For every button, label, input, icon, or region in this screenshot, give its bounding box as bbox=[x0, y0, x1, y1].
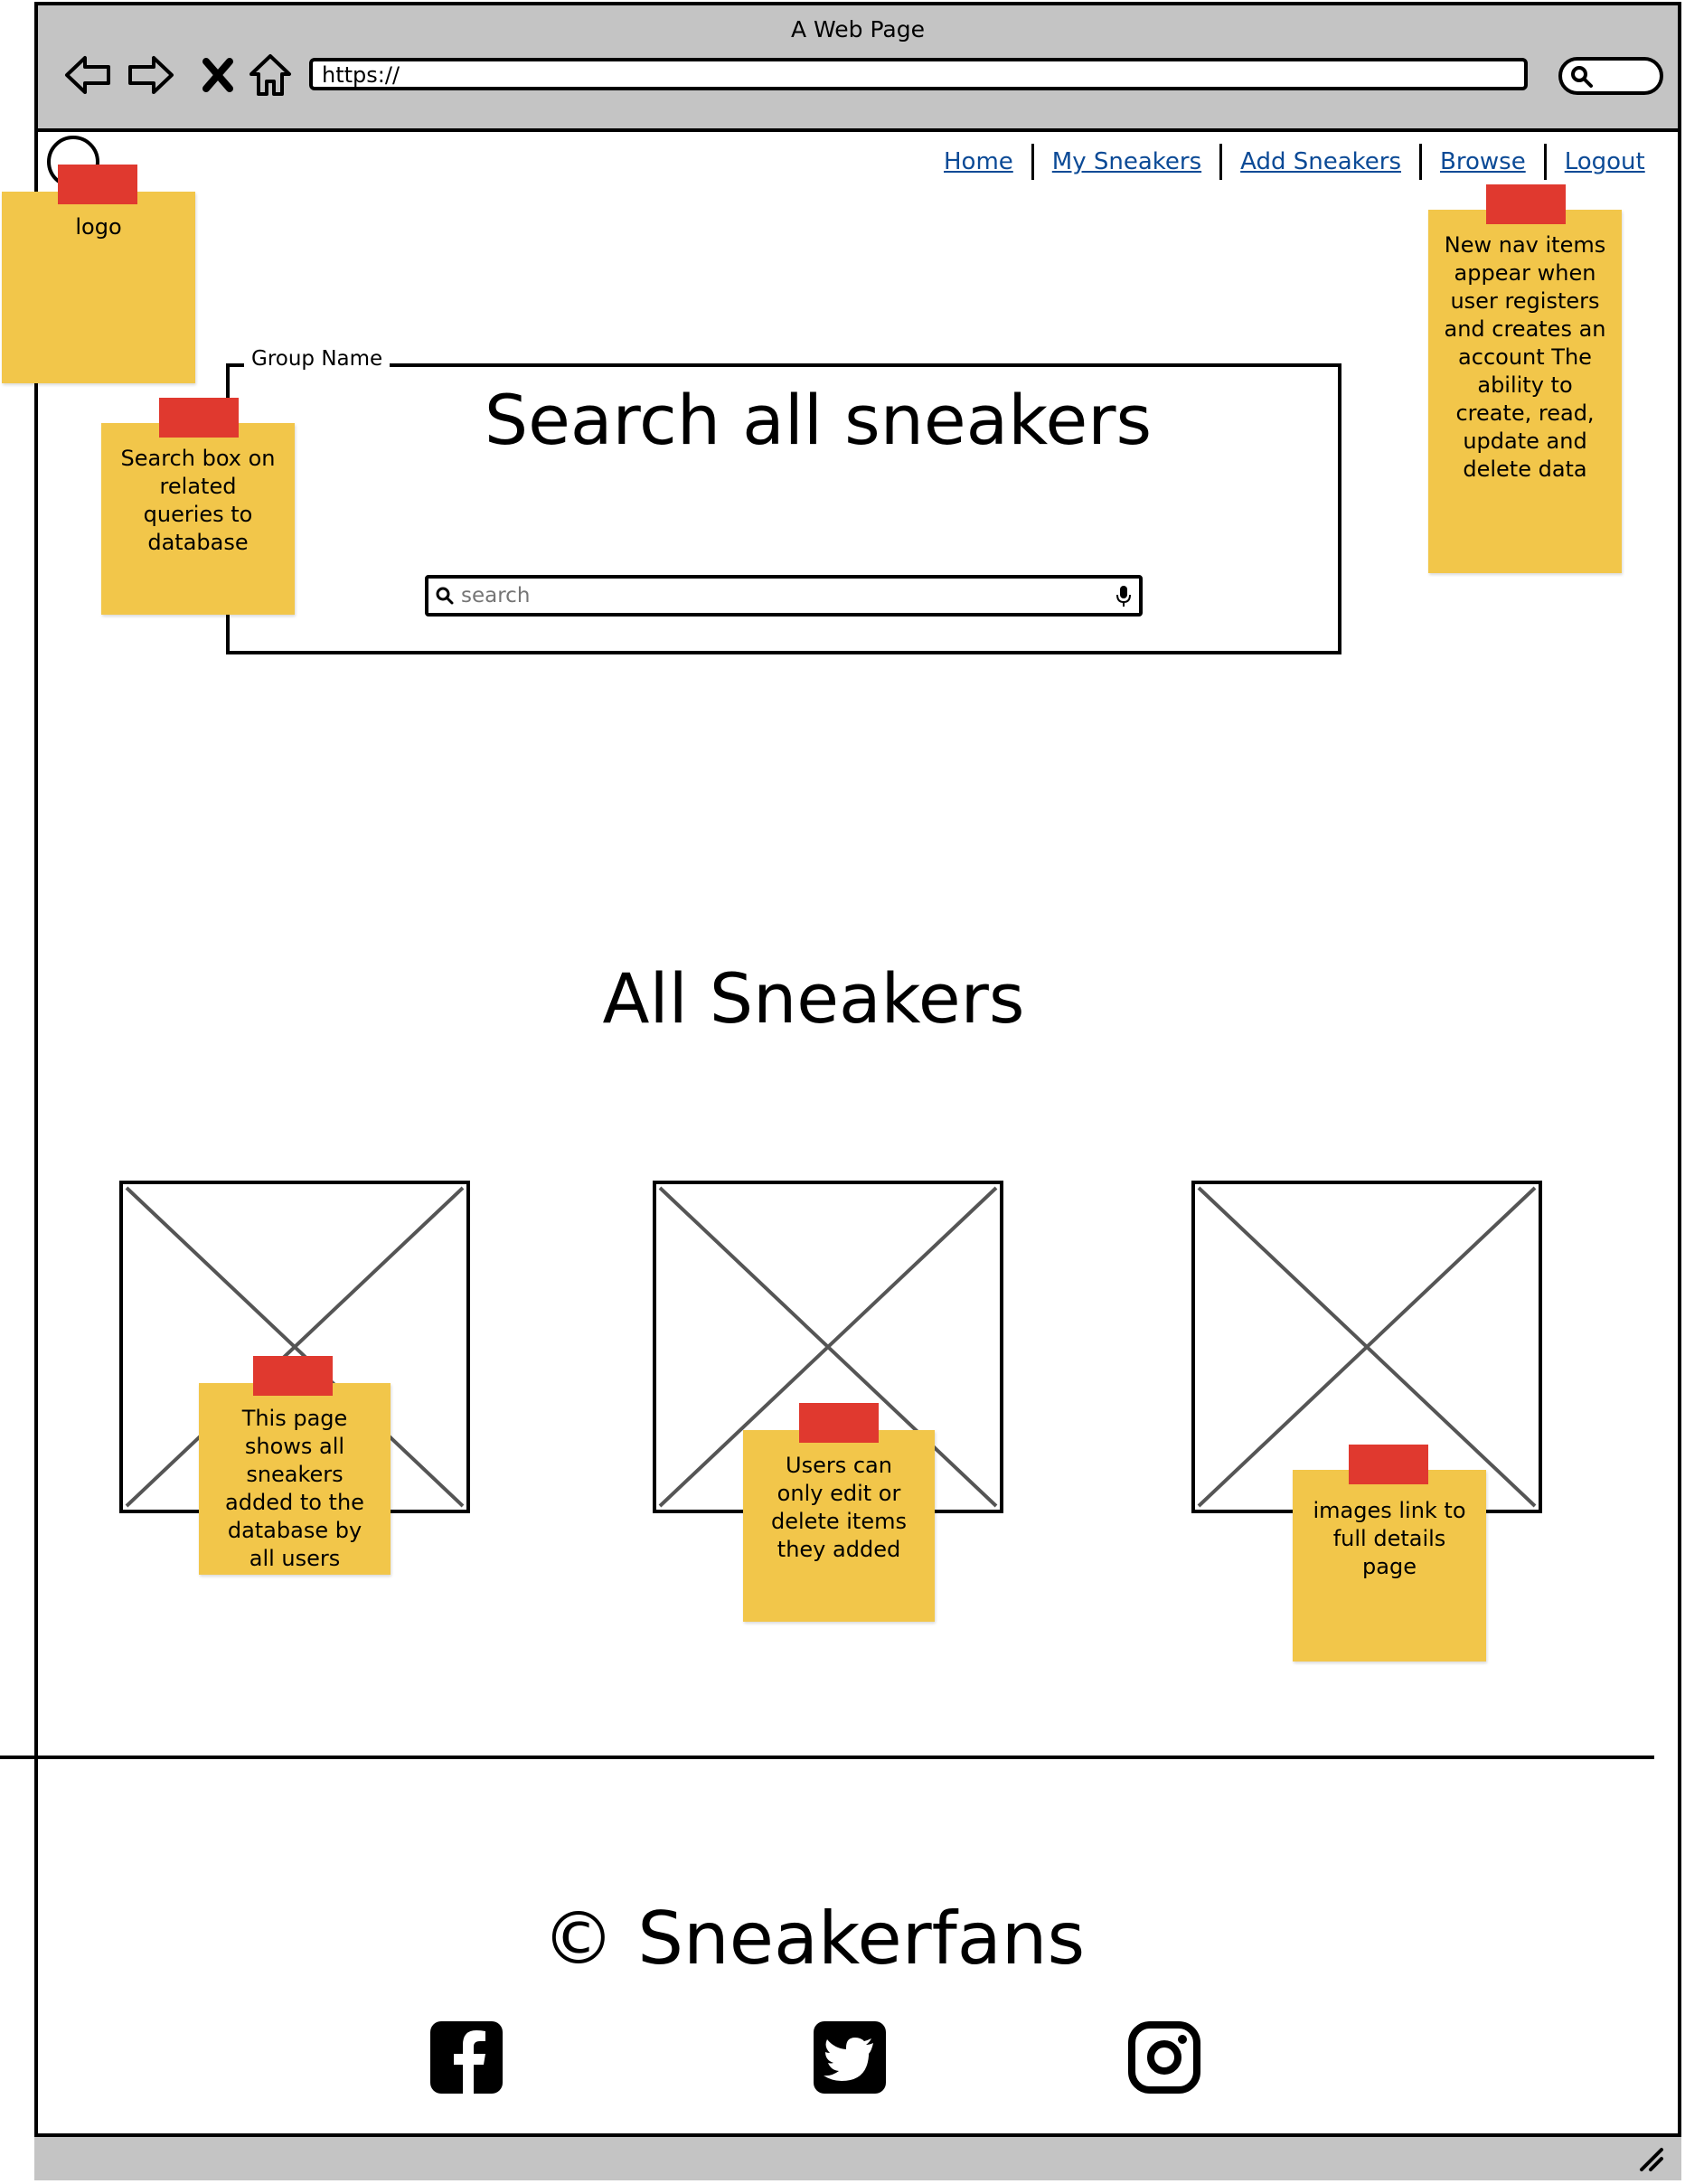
note-text: New nav items appear when user registers… bbox=[1444, 232, 1606, 482]
sticky-note-image1: This page shows all sneakers added to th… bbox=[199, 1383, 391, 1575]
note-tape bbox=[1486, 184, 1566, 224]
note-tape bbox=[58, 165, 137, 204]
close-icon[interactable] bbox=[192, 49, 244, 101]
url-text: https:// bbox=[322, 62, 400, 88]
nav-link-browse[interactable]: Browse bbox=[1422, 144, 1544, 180]
browser-toolbar: A Web Page https:// bbox=[34, 2, 1681, 132]
sticky-note-image3: images link to full details page bbox=[1293, 1470, 1486, 1662]
all-sneakers-heading: All Sneakers bbox=[602, 958, 1025, 1039]
copyright-text: © Sneakerfans bbox=[541, 1897, 1086, 1981]
sticky-note-nav: New nav items appear when user registers… bbox=[1428, 210, 1622, 573]
note-tape bbox=[159, 398, 239, 438]
footer-divider bbox=[0, 1756, 1654, 1759]
note-text: logo bbox=[75, 214, 122, 240]
group-label: Group Name bbox=[244, 347, 391, 371]
back-arrow-icon[interactable] bbox=[61, 49, 114, 101]
window-title: A Web Page bbox=[790, 16, 926, 42]
main-nav: Home My Sneakers Add Sneakers Browse Log… bbox=[926, 141, 1663, 183]
resize-handle-icon[interactable] bbox=[1638, 2146, 1665, 2173]
nav-link-logout[interactable]: Logout bbox=[1547, 144, 1663, 180]
sticky-note-image2: Users can only edit or delete items they… bbox=[743, 1430, 935, 1622]
twitter-icon[interactable] bbox=[812, 2019, 888, 2095]
instagram-icon[interactable] bbox=[1126, 2019, 1202, 2095]
note-tape bbox=[253, 1356, 333, 1396]
status-bar bbox=[34, 2133, 1681, 2180]
search-input-wrapper[interactable] bbox=[425, 575, 1143, 617]
browser-search-box[interactable] bbox=[1558, 57, 1663, 95]
address-bar[interactable]: https:// bbox=[309, 58, 1528, 90]
search-input[interactable] bbox=[459, 583, 1108, 608]
microphone-icon[interactable] bbox=[1108, 582, 1139, 609]
note-text: images link to full details page bbox=[1313, 1498, 1466, 1579]
nav-link-home[interactable]: Home bbox=[926, 144, 1031, 180]
sticky-note-logo: logo bbox=[2, 192, 195, 383]
nav-link-my-sneakers[interactable]: My Sneakers bbox=[1034, 144, 1219, 180]
nav-link-add-sneakers[interactable]: Add Sneakers bbox=[1222, 144, 1419, 180]
search-icon bbox=[1571, 66, 1593, 88]
sticky-note-search: Search box on related queries to databas… bbox=[101, 423, 295, 615]
facebook-icon[interactable] bbox=[428, 2019, 504, 2095]
note-text: Search box on related queries to databas… bbox=[120, 446, 276, 555]
note-tape bbox=[1349, 1445, 1428, 1484]
note-text: This page shows all sneakers added to th… bbox=[225, 1406, 364, 1571]
search-heading: Search all sneakers bbox=[484, 380, 1153, 460]
forward-arrow-icon[interactable] bbox=[125, 49, 177, 101]
note-tape bbox=[799, 1403, 879, 1443]
home-icon[interactable] bbox=[244, 49, 297, 101]
note-text: Users can only edit or delete items they… bbox=[771, 1453, 907, 1562]
search-icon bbox=[436, 587, 454, 605]
